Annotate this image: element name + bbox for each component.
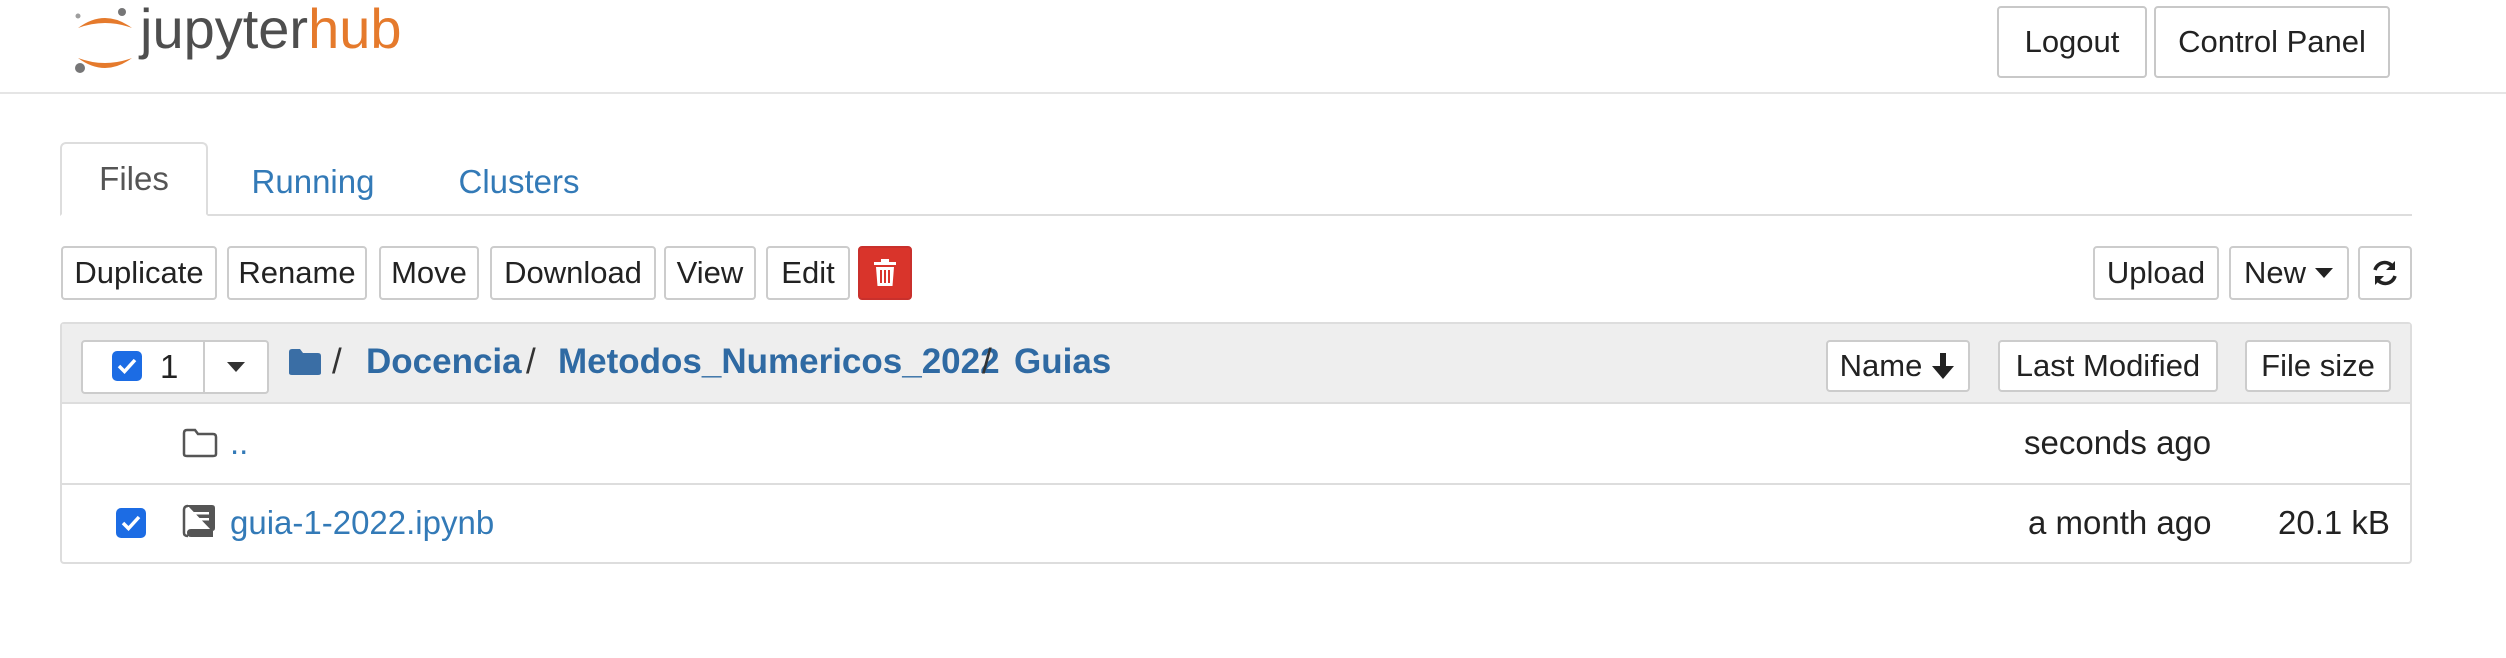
breadcrumb-guias[interactable]: Guias <box>1014 342 1111 382</box>
new-label: New <box>2243 255 2306 290</box>
sort-name-button[interactable]: Name <box>1826 340 1970 392</box>
sort-last-modified-button[interactable]: Last Modified <box>1998 340 2218 392</box>
control-panel-button[interactable]: Control Panel <box>2154 6 2390 78</box>
sort-name-label: Name <box>1839 348 1923 383</box>
trash-icon <box>874 259 896 286</box>
new-dropdown-button[interactable]: New <box>2229 246 2349 300</box>
arrow-down-icon <box>1932 353 1955 379</box>
caret-down-icon <box>2315 268 2333 278</box>
folder-icon <box>182 428 218 463</box>
tab-clusters[interactable]: Clusters <box>440 150 598 214</box>
refresh-button[interactable] <box>2358 246 2412 300</box>
move-button[interactable]: Move <box>379 246 479 300</box>
delete-button[interactable] <box>858 246 912 300</box>
sort-file-size-button[interactable]: File size <box>2245 340 2391 392</box>
folder-root-icon[interactable] <box>288 348 322 381</box>
duplicate-button[interactable]: Duplicate <box>61 246 217 300</box>
breadcrumb-separator: / <box>526 342 536 381</box>
tab-running[interactable]: Running <box>230 150 396 214</box>
notebook-icon <box>182 504 216 543</box>
file-modified-time: a month ago <box>2028 504 2212 541</box>
download-button[interactable]: Download <box>490 246 656 300</box>
edit-button[interactable]: Edit <box>766 246 850 300</box>
select-all-checkbox[interactable] <box>112 351 142 381</box>
breadcrumb-metodos-numericos[interactable]: Metodos_Numericos_2022 <box>558 342 1000 382</box>
file-name-link[interactable]: .. <box>230 424 248 462</box>
caret-down-icon <box>227 362 245 372</box>
header-divider <box>0 92 2506 94</box>
breadcrumb-separator: / <box>982 342 992 381</box>
breadcrumb-docencia[interactable]: Docencia <box>366 342 522 382</box>
tab-files[interactable]: Files <box>60 142 208 216</box>
rename-button[interactable]: Rename <box>227 246 367 300</box>
jupyter-logo-icon <box>75 8 132 73</box>
breadcrumb-separator: / <box>332 342 342 381</box>
file-modified-time: seconds ago <box>2024 424 2212 461</box>
selection-menu-button[interactable] <box>205 342 267 392</box>
logo-text-jupyter: jupyter <box>140 0 309 60</box>
selected-count: 1 <box>160 348 179 385</box>
tabs-divider <box>60 214 2412 216</box>
upload-button[interactable]: Upload <box>2093 246 2219 300</box>
view-button[interactable]: View <box>664 246 756 300</box>
logo-wordmark[interactable]: jupyterhub <box>140 0 402 61</box>
refresh-icon <box>2373 260 2397 286</box>
file-size: 20.1 kB <box>2278 504 2390 541</box>
logo-text-hub: hub <box>308 0 402 60</box>
checkmark-icon <box>117 358 137 374</box>
checkmark-icon <box>121 515 141 531</box>
file-name-link[interactable]: guia-1-2022.ipynb <box>230 504 494 542</box>
file-checkbox[interactable] <box>116 508 146 538</box>
logout-button[interactable]: Logout <box>1997 6 2147 78</box>
